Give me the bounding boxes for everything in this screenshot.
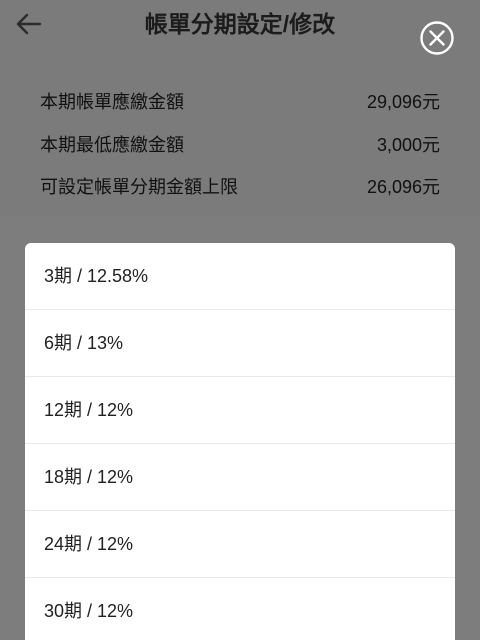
option-item[interactable]: 3期 / 12.58% bbox=[25, 243, 455, 310]
option-label: 12期 / 12% bbox=[44, 400, 134, 420]
summary-row-minimum-payment: 本期最低應繳金額 3,000元 bbox=[40, 131, 440, 159]
option-label: 18期 / 12% bbox=[44, 467, 134, 487]
option-label: 24期 / 12% bbox=[44, 534, 134, 554]
summary-label: 本期最低應繳金額 bbox=[40, 135, 184, 155]
option-item[interactable]: 12期 / 12% bbox=[25, 377, 455, 444]
installment-options-sheet: 3期 / 12.58% 6期 / 13% 12期 / 12% 18期 / 12%… bbox=[25, 243, 455, 640]
close-circle-icon bbox=[420, 21, 454, 55]
option-item[interactable]: 6期 / 13% bbox=[25, 310, 455, 377]
summary-row-installment-limit: 可設定帳單分期金額上限 26,096元 bbox=[40, 173, 440, 201]
option-item[interactable]: 24期 / 12% bbox=[25, 511, 455, 578]
page-title: 帳單分期設定/修改 bbox=[144, 11, 336, 37]
summary-value: 26,096元 bbox=[366, 177, 440, 197]
option-label: 30期 / 12% bbox=[44, 601, 134, 621]
close-button[interactable] bbox=[419, 20, 455, 56]
installment-settings-screen: 帳單分期設定/修改 本期帳單應繳金額 29,096元 本期最低應繳金額 3,00… bbox=[0, 0, 480, 640]
summary-label: 本期帳單應繳金額 bbox=[40, 92, 184, 112]
option-label: 3期 / 12.58% bbox=[44, 266, 149, 286]
option-item[interactable]: 30期 / 12% bbox=[25, 578, 455, 640]
header-panel: 帳單分期設定/修改 本期帳單應繳金額 29,096元 本期最低應繳金額 3,00… bbox=[0, 0, 480, 216]
summary-value: 3,000元 bbox=[376, 135, 440, 155]
summary-value: 29,096元 bbox=[366, 92, 440, 112]
summary-row-bill-amount: 本期帳單應繳金額 29,096元 bbox=[40, 88, 440, 116]
option-item[interactable]: 18期 / 12% bbox=[25, 444, 455, 511]
option-label: 6期 / 13% bbox=[44, 333, 124, 353]
summary-label: 可設定帳單分期金額上限 bbox=[40, 177, 238, 197]
